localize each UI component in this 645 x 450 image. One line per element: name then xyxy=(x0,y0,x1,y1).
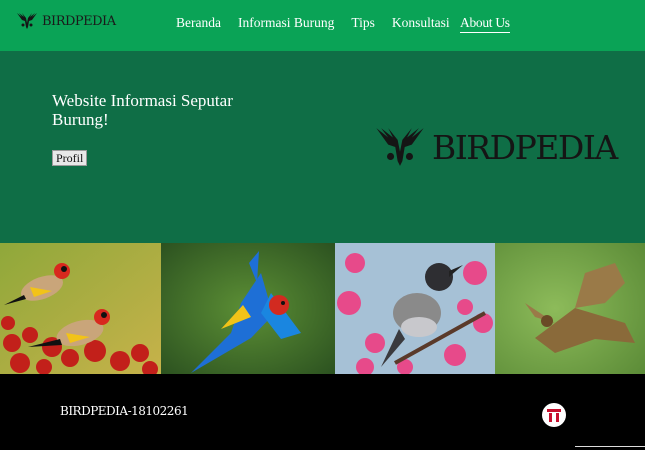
brand-name: BIRDPEDIA xyxy=(42,13,116,29)
hero-logo: BIRDPEDIA xyxy=(374,125,618,169)
hawk-photo xyxy=(495,243,645,374)
nav-link-informasi-burung[interactable]: Informasi Burung xyxy=(238,15,334,31)
profil-button[interactable]: Profil xyxy=(52,150,88,166)
macaw-photo xyxy=(161,243,335,374)
nav-link-tips[interactable]: Tips xyxy=(351,15,375,31)
footer-text: BIRDPEDIA-18102261 xyxy=(60,404,189,418)
bird-emblem-icon xyxy=(376,128,424,166)
goldfinch-photo xyxy=(0,243,161,374)
nav-link-beranda[interactable]: Beranda xyxy=(176,15,221,31)
brand-logo[interactable]: BIRDPEDIA xyxy=(16,12,116,30)
hero-title: Website Informasi Seputar Burung! xyxy=(52,91,233,129)
hero-logo-text: BIRDPEDIA xyxy=(432,127,618,167)
footer-divider xyxy=(575,446,645,447)
footer: BIRDPEDIA-18102261 xyxy=(0,374,645,450)
nav-link-about-us[interactable]: About Us xyxy=(460,15,510,33)
bird-emblem-icon xyxy=(17,13,37,29)
nav-link-konsultasi[interactable]: Konsultasi xyxy=(392,15,450,31)
sibia-photo xyxy=(335,243,495,374)
nav-links: Beranda Informasi Burung Tips Konsultasi… xyxy=(176,15,510,33)
navbar: BIRDPEDIA Beranda Informasi Burung Tips … xyxy=(0,0,645,51)
bird-gallery xyxy=(0,243,645,374)
hero-section: Website Informasi Seputar Burung! Profil… xyxy=(0,51,645,243)
telkom-logo-icon xyxy=(542,403,566,427)
